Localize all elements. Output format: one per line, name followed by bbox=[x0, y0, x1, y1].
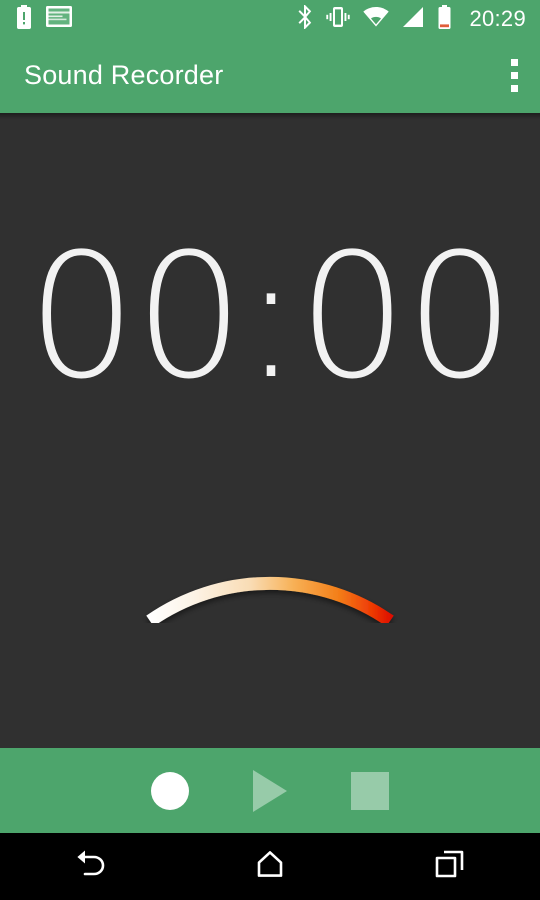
android-navigation-bar bbox=[0, 833, 540, 900]
recording-timer: 00:00 bbox=[27, 216, 515, 417]
screenshot-icon bbox=[46, 6, 72, 32]
phone-screen: 20:29 Sound Recorder 00:00 bbox=[0, 0, 540, 900]
battery-icon bbox=[437, 4, 452, 34]
status-bar-system-icons: 20:29 bbox=[297, 4, 540, 34]
transport-control-bar bbox=[0, 748, 540, 833]
status-bar-notification-icons bbox=[0, 4, 72, 34]
play-button[interactable] bbox=[220, 748, 320, 833]
play-triangle-icon bbox=[253, 769, 287, 812]
home-icon bbox=[256, 850, 284, 883]
overflow-dot bbox=[511, 85, 518, 92]
cellular-signal-icon bbox=[402, 6, 424, 32]
overflow-dot bbox=[511, 72, 518, 79]
nav-home-button[interactable] bbox=[180, 833, 360, 900]
app-bar-shadow bbox=[0, 113, 540, 119]
nav-back-button[interactable] bbox=[0, 833, 180, 900]
status-bar-clock: 20:29 bbox=[469, 6, 526, 31]
app-bar: Sound Recorder bbox=[0, 38, 540, 113]
vibrate-icon bbox=[326, 6, 351, 32]
more-vert-icon[interactable] bbox=[511, 59, 540, 92]
status-bar: 20:29 bbox=[0, 0, 540, 38]
stop-button[interactable] bbox=[320, 748, 420, 833]
record-button[interactable] bbox=[120, 748, 220, 833]
battery-alert-icon bbox=[16, 4, 32, 34]
app-title: Sound Recorder bbox=[24, 60, 224, 90]
back-arrow-icon bbox=[73, 849, 107, 884]
stop-square-icon bbox=[351, 771, 389, 810]
wifi-icon bbox=[363, 6, 390, 32]
vu-meter-arc bbox=[146, 576, 394, 627]
recents-icon bbox=[435, 850, 465, 883]
bluetooth-icon bbox=[297, 4, 313, 34]
nav-recents-button[interactable] bbox=[360, 833, 540, 900]
overflow-dot bbox=[511, 59, 518, 66]
record-circle-icon bbox=[151, 771, 189, 810]
recorder-main-area: 00:00 bbox=[0, 113, 540, 748]
vu-meter-gauge bbox=[0, 423, 540, 674]
